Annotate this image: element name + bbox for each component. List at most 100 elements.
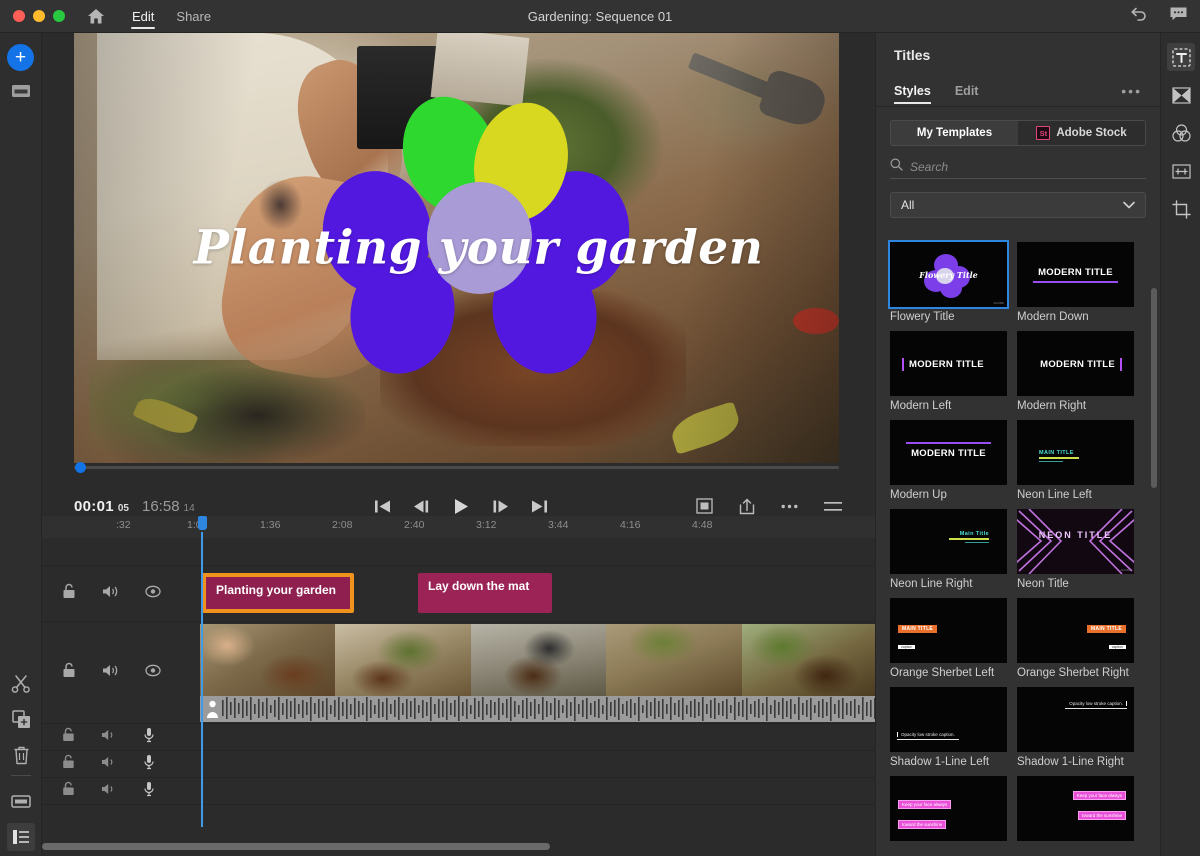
my-templates-button[interactable]: My Templates (891, 121, 1018, 145)
eye-icon[interactable] (145, 585, 161, 603)
lock-icon[interactable] (62, 754, 75, 774)
thumb-label-text: Keep your face always (1073, 791, 1126, 800)
color-circles-icon[interactable] (1167, 119, 1195, 147)
speed-effects-icon[interactable] (1167, 157, 1195, 185)
template-item-pink-left[interactable]: Keep your face always toward the sunshin… (890, 776, 1007, 841)
thumb-sub-text: toward the sunshine (898, 820, 946, 829)
template-item-modern-left[interactable]: MODERN TITLE Modern Left (890, 331, 1007, 412)
title-clip[interactable]: Lay down the mat (418, 573, 552, 613)
microphone-icon[interactable] (143, 781, 155, 802)
microphone-icon[interactable] (143, 754, 155, 775)
preview-scrub-handle[interactable] (75, 462, 86, 473)
template-item-shadow-1-line-left[interactable]: Opacity low stroke caption. Shadow 1-Lin… (890, 687, 1007, 768)
more-options-icon[interactable] (781, 504, 798, 509)
video-clip-filmstrip[interactable] (200, 624, 877, 696)
export-share-icon[interactable] (739, 498, 755, 515)
speaker-icon[interactable] (101, 782, 117, 801)
audio-waveform[interactable] (200, 696, 877, 722)
program-monitor[interactable]: Planting your garden (74, 33, 839, 463)
thumb-label-text: MAIN TITLE (1087, 625, 1126, 633)
category-filter-dropdown[interactable]: All (890, 192, 1146, 218)
title-text-icon[interactable] (1167, 43, 1195, 71)
delete-button[interactable] (0, 740, 42, 770)
adobe-stock-button[interactable]: St Adobe Stock (1018, 121, 1145, 145)
undo-icon[interactable] (1130, 6, 1147, 26)
close-window-button[interactable] (13, 10, 25, 22)
timeline-horizontal-scrollbar[interactable] (42, 843, 875, 850)
template-item-modern-right[interactable]: MODERN TITLE Modern Right (1017, 331, 1134, 412)
preview-scrub-track[interactable] (74, 466, 839, 469)
thumb-rule (1033, 281, 1118, 283)
lock-icon[interactable] (62, 662, 76, 683)
template-item-neon-line-left[interactable]: MAIN TITLE Neon Line Left (1017, 420, 1134, 501)
thumb-content: MAIN TITLE caption (898, 617, 937, 653)
panel-title: Titles (876, 33, 1160, 75)
thumb-content: MODERN TITLE (890, 442, 1007, 459)
fullscreen-icon[interactable] (696, 498, 713, 514)
tab-share[interactable]: Share (167, 0, 220, 33)
step-backward-button[interactable] (413, 499, 431, 514)
duplicate-button[interactable] (0, 704, 42, 734)
template-item-neon-title[interactable]: NEON TITLE ADOBE Neon Title (1017, 509, 1134, 590)
speaker-icon[interactable] (101, 728, 117, 747)
lock-icon[interactable] (62, 727, 75, 747)
minimize-window-button[interactable] (33, 10, 45, 22)
waveform-graphic (200, 696, 877, 722)
title-track-clips[interactable]: Planting your garden Lay down the mat (200, 566, 875, 621)
project-media-button[interactable] (0, 76, 42, 106)
tab-edit[interactable]: Edit (123, 0, 163, 33)
step-forward-button[interactable] (491, 499, 509, 514)
template-item-orange-sherbet-left[interactable]: MAIN TITLE caption Orange Sherbet Left (890, 598, 1007, 679)
crop-icon[interactable] (1167, 195, 1195, 223)
template-item-shadow-1-line-right[interactable]: Opacity low stroke caption. Shadow 1-Lin… (1017, 687, 1134, 768)
add-media-button[interactable]: + (7, 44, 34, 71)
title-track-controls (42, 566, 200, 621)
template-thumbnail: Keep your face always toward the sunshin… (890, 776, 1007, 841)
template-item-neon-line-right[interactable]: Main Title Neon Line Right (890, 509, 1007, 590)
timecode-display: 00:01 05 16:58 14 (74, 498, 195, 515)
transitions-bowtie-icon[interactable] (1167, 81, 1195, 109)
template-item-pink-right[interactable]: Keep your face always toward the sunshin… (1017, 776, 1134, 841)
go-to-start-button[interactable] (374, 499, 391, 514)
cut-tool-button[interactable] (0, 669, 42, 699)
template-item-modern-up[interactable]: MODERN TITLE Modern Up (890, 420, 1007, 501)
audio-track-clips[interactable] (200, 778, 875, 804)
video-track-clips[interactable] (200, 622, 875, 723)
panel-more-options-icon[interactable]: ••• (1121, 83, 1142, 99)
media-button[interactable] (0, 786, 42, 816)
eye-icon[interactable] (145, 664, 161, 682)
home-icon[interactable] (87, 8, 105, 25)
comment-bubble-icon[interactable] (1169, 6, 1188, 27)
audio-track-clips[interactable] (200, 751, 875, 777)
ruler-tick: 1:36 (260, 519, 280, 531)
playhead-handle[interactable] (198, 516, 207, 530)
search-input[interactable] (910, 160, 1110, 174)
template-item-flowery-title[interactable]: Flowery Title ADOBE Flowery Title (890, 242, 1007, 323)
play-button[interactable] (453, 498, 469, 515)
timeline-ruler[interactable]: :32 1:04 1:36 2:08 2:40 3:12 3:44 4:16 4… (42, 516, 875, 538)
tab-edit[interactable]: Edit (955, 75, 979, 107)
go-to-end-button[interactable] (531, 499, 548, 514)
audio-track-clips[interactable] (200, 724, 875, 750)
speaker-icon[interactable] (102, 584, 119, 604)
template-item-modern-down[interactable]: MODERN TITLE Modern Down (1017, 242, 1134, 323)
lock-icon[interactable] (62, 583, 76, 604)
panel-layout-button[interactable] (7, 823, 35, 851)
speaker-icon[interactable] (102, 663, 119, 683)
title-clip-selected[interactable]: Planting your garden (202, 573, 354, 613)
playhead[interactable] (201, 532, 203, 827)
thumb-label-text: Opacity low stroke caption. (897, 732, 959, 737)
template-item-orange-sherbet-right[interactable]: MAIN TITLE caption Orange Sherbet Right (1017, 598, 1134, 679)
audio-track-controls (42, 724, 200, 750)
lock-icon[interactable] (62, 781, 75, 801)
hamburger-icon[interactable] (824, 501, 842, 512)
panel-vertical-scrollbar[interactable] (1151, 288, 1157, 488)
microphone-icon[interactable] (143, 727, 155, 748)
duration-timecode: 16:58 (142, 498, 180, 515)
speaker-icon[interactable] (101, 755, 117, 774)
template-thumbnail: MODERN TITLE (890, 331, 1007, 396)
maximize-window-button[interactable] (53, 10, 65, 22)
tab-styles[interactable]: Styles (894, 75, 931, 107)
ruler-tick: 4:16 (620, 519, 640, 531)
watermark: ADOBE (993, 301, 1004, 305)
